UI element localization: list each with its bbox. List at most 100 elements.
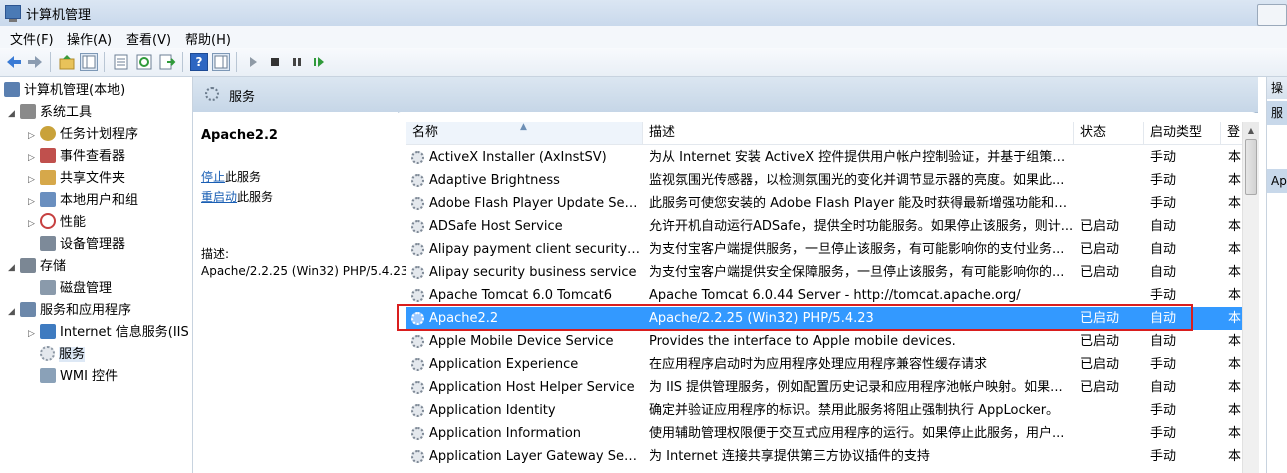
table-row[interactable]: Apple Mobile Device Service Provides the… — [406, 330, 1242, 353]
toolbar: ? — [0, 48, 1287, 77]
table-row[interactable]: Application Layer Gateway Service 为 Inte… — [406, 445, 1242, 468]
column-header-name[interactable]: ▲ 名称 — [406, 122, 643, 144]
service-name: Application Information — [429, 426, 582, 441]
show-hide-action-pane-icon[interactable] — [212, 53, 230, 71]
service-gear-icon — [411, 358, 424, 371]
stop-service-link[interactable]: 停止 — [201, 170, 225, 184]
expand-arrow-icon[interactable]: ◢ — [8, 257, 20, 279]
service-startup-type: 手动 — [1150, 403, 1177, 418]
service-logon: 本 — [1228, 311, 1242, 326]
collapse-arrow-icon[interactable]: ▷ — [28, 125, 40, 147]
table-row[interactable]: Adaptive Brightness 监视氛围光传感器，以检测氛围光的变化并调… — [406, 169, 1242, 192]
tree-item-event-viewer[interactable]: ▷ 事件查看器 — [28, 146, 125, 168]
service-status: 已启动 — [1080, 334, 1120, 349]
tree-item-services[interactable]: 服务 — [40, 344, 86, 366]
minimize-button[interactable] — [1257, 4, 1287, 26]
tree-item-storage[interactable]: ◢ 存储 — [8, 256, 66, 278]
back-icon[interactable] — [5, 53, 23, 71]
scroll-up-icon[interactable]: ▲ — [1243, 122, 1259, 139]
up-folder-icon[interactable] — [58, 53, 76, 71]
menu-view[interactable]: 查看(V) — [126, 29, 171, 48]
service-logon: 本 — [1228, 265, 1242, 280]
collapse-arrow-icon[interactable]: ▷ — [28, 147, 40, 169]
disk-icon — [40, 280, 56, 295]
service-startup-type: 自动 — [1150, 242, 1177, 257]
table-row-selected[interactable]: Apache2.2 Apache/2.2.25 (Win32) PHP/5.4.… — [406, 307, 1242, 330]
column-header-description[interactable]: 描述 — [643, 122, 1074, 144]
column-header-logon[interactable]: 登 — [1221, 122, 1242, 144]
service-gear-icon — [411, 381, 424, 394]
performance-icon — [40, 213, 56, 229]
vertical-scrollbar[interactable]: ▲ — [1242, 122, 1259, 473]
tree-item-wmi-control[interactable]: WMI 控件 — [40, 366, 118, 388]
table-row[interactable]: Application Identity 确定并验证应用程序的标识。禁用此服务将… — [406, 399, 1242, 422]
collapse-arrow-icon[interactable]: ▷ — [28, 191, 40, 213]
selected-service-title: Apache2.2 — [201, 128, 278, 143]
export-list-icon[interactable] — [158, 53, 176, 71]
table-row[interactable]: Application Information 使用辅助管理权限便于交互式应用程… — [406, 422, 1242, 445]
tree-item-disk-management[interactable]: 磁盘管理 — [40, 278, 112, 300]
menu-help[interactable]: 帮助(H) — [185, 29, 231, 48]
action-section-services[interactable]: 服 — [1267, 101, 1287, 125]
collapse-arrow-icon[interactable]: ▷ — [28, 169, 40, 191]
table-row[interactable]: Adobe Flash Player Update Servi... 此服务可使… — [406, 192, 1242, 215]
collapse-arrow-icon[interactable]: ▷ — [28, 323, 40, 345]
table-row[interactable]: Application Host Helper Service 为 IIS 提供… — [406, 376, 1242, 399]
service-name: Application Layer Gateway Service — [429, 449, 641, 464]
service-gear-icon — [411, 450, 424, 463]
table-row[interactable]: ADSafe Host Service 允许开机自动运行ADSafe，提供全时功… — [406, 215, 1242, 238]
tree-item-system-tools[interactable]: ◢ 系统工具 — [8, 102, 92, 124]
tree-item-shared-folders[interactable]: ▷ 共享文件夹 — [28, 168, 125, 190]
column-header-status[interactable]: 状态 — [1074, 122, 1144, 144]
service-name: Adaptive Brightness — [429, 173, 560, 188]
collapse-arrow-icon[interactable]: ▷ — [28, 213, 40, 235]
tree-item-task-scheduler[interactable]: ▷ 任务计划程序 — [28, 124, 138, 146]
tree-item-services-and-applications[interactable]: ◢ 服务和应用程序 — [8, 300, 131, 322]
help-icon[interactable]: ? — [190, 53, 208, 71]
properties-icon[interactable] — [112, 53, 130, 71]
device-manager-icon — [40, 236, 56, 251]
show-hide-tree-icon[interactable] — [80, 53, 98, 71]
menu-action[interactable]: 操作(A) — [67, 29, 112, 48]
action-section-apache[interactable]: Ap — [1267, 169, 1287, 193]
expand-arrow-icon[interactable]: ◢ — [8, 301, 20, 323]
forward-icon[interactable] — [26, 53, 44, 71]
expand-arrow-icon[interactable]: ◢ — [8, 103, 20, 125]
service-logon: 本 — [1228, 403, 1242, 418]
service-status: 已启动 — [1080, 357, 1120, 372]
service-gear-icon — [411, 289, 424, 302]
service-logon: 本 — [1228, 242, 1242, 257]
tree-item-computer-management[interactable]: 计算机管理(本地) — [4, 80, 125, 102]
restart-service-link[interactable]: 重启动 — [201, 190, 237, 204]
refresh-icon[interactable] — [135, 53, 153, 71]
service-startup-type: 自动 — [1150, 219, 1177, 234]
computer-icon — [4, 82, 20, 97]
tree-item-iis[interactable]: ▷ Internet 信息服务(IIS — [28, 322, 189, 344]
tree-item-local-users-groups[interactable]: ▷ 本地用户和组 — [28, 190, 138, 212]
table-row[interactable]: Apache Tomcat 6.0 Tomcat6 Apache Tomcat … — [406, 284, 1242, 307]
service-name: Apache2.2 — [429, 311, 499, 326]
service-description: 为从 Internet 安装 ActiveX 控件提供用户帐户控制验证，并基于组… — [649, 150, 1074, 165]
table-row[interactable]: Alipay security business service 为支付宝客户端… — [406, 261, 1242, 284]
table-row[interactable]: Alipay payment client security se... 为支付… — [406, 238, 1242, 261]
table-row[interactable]: ActiveX Installer (AxInstSV) 为从 Internet… — [406, 146, 1242, 169]
service-startup-type: 自动 — [1150, 334, 1177, 349]
pause-service-icon[interactable] — [288, 53, 306, 71]
service-description: 为 Internet 连接共享提供第三方协议插件的支持 — [649, 449, 930, 464]
event-viewer-icon — [40, 148, 56, 163]
column-header-startup-type[interactable]: 启动类型 — [1144, 122, 1221, 144]
service-name: Application Experience — [429, 357, 579, 372]
scrollbar-thumb[interactable] — [1245, 139, 1257, 195]
start-service-icon[interactable] — [244, 53, 262, 71]
tree-item-device-manager[interactable]: 设备管理器 — [40, 234, 125, 256]
service-name: Adobe Flash Player Update Servi... — [429, 196, 641, 211]
tree-item-performance[interactable]: ▷ 性能 — [28, 212, 86, 234]
menu-file[interactable]: 文件(F) — [10, 29, 54, 48]
service-status: 已启动 — [1080, 242, 1120, 257]
stop-service-icon[interactable] — [266, 53, 284, 71]
table-row[interactable]: Application Experience 在应用程序启动时为应用程序处理应用… — [406, 353, 1242, 376]
service-description: 监视氛围光传感器，以检测氛围光的变化并调节显示器的亮度。如果此... — [649, 173, 1065, 188]
service-startup-type: 自动 — [1150, 311, 1177, 326]
restart-service-icon[interactable] — [310, 53, 328, 71]
service-gear-icon — [411, 174, 424, 187]
